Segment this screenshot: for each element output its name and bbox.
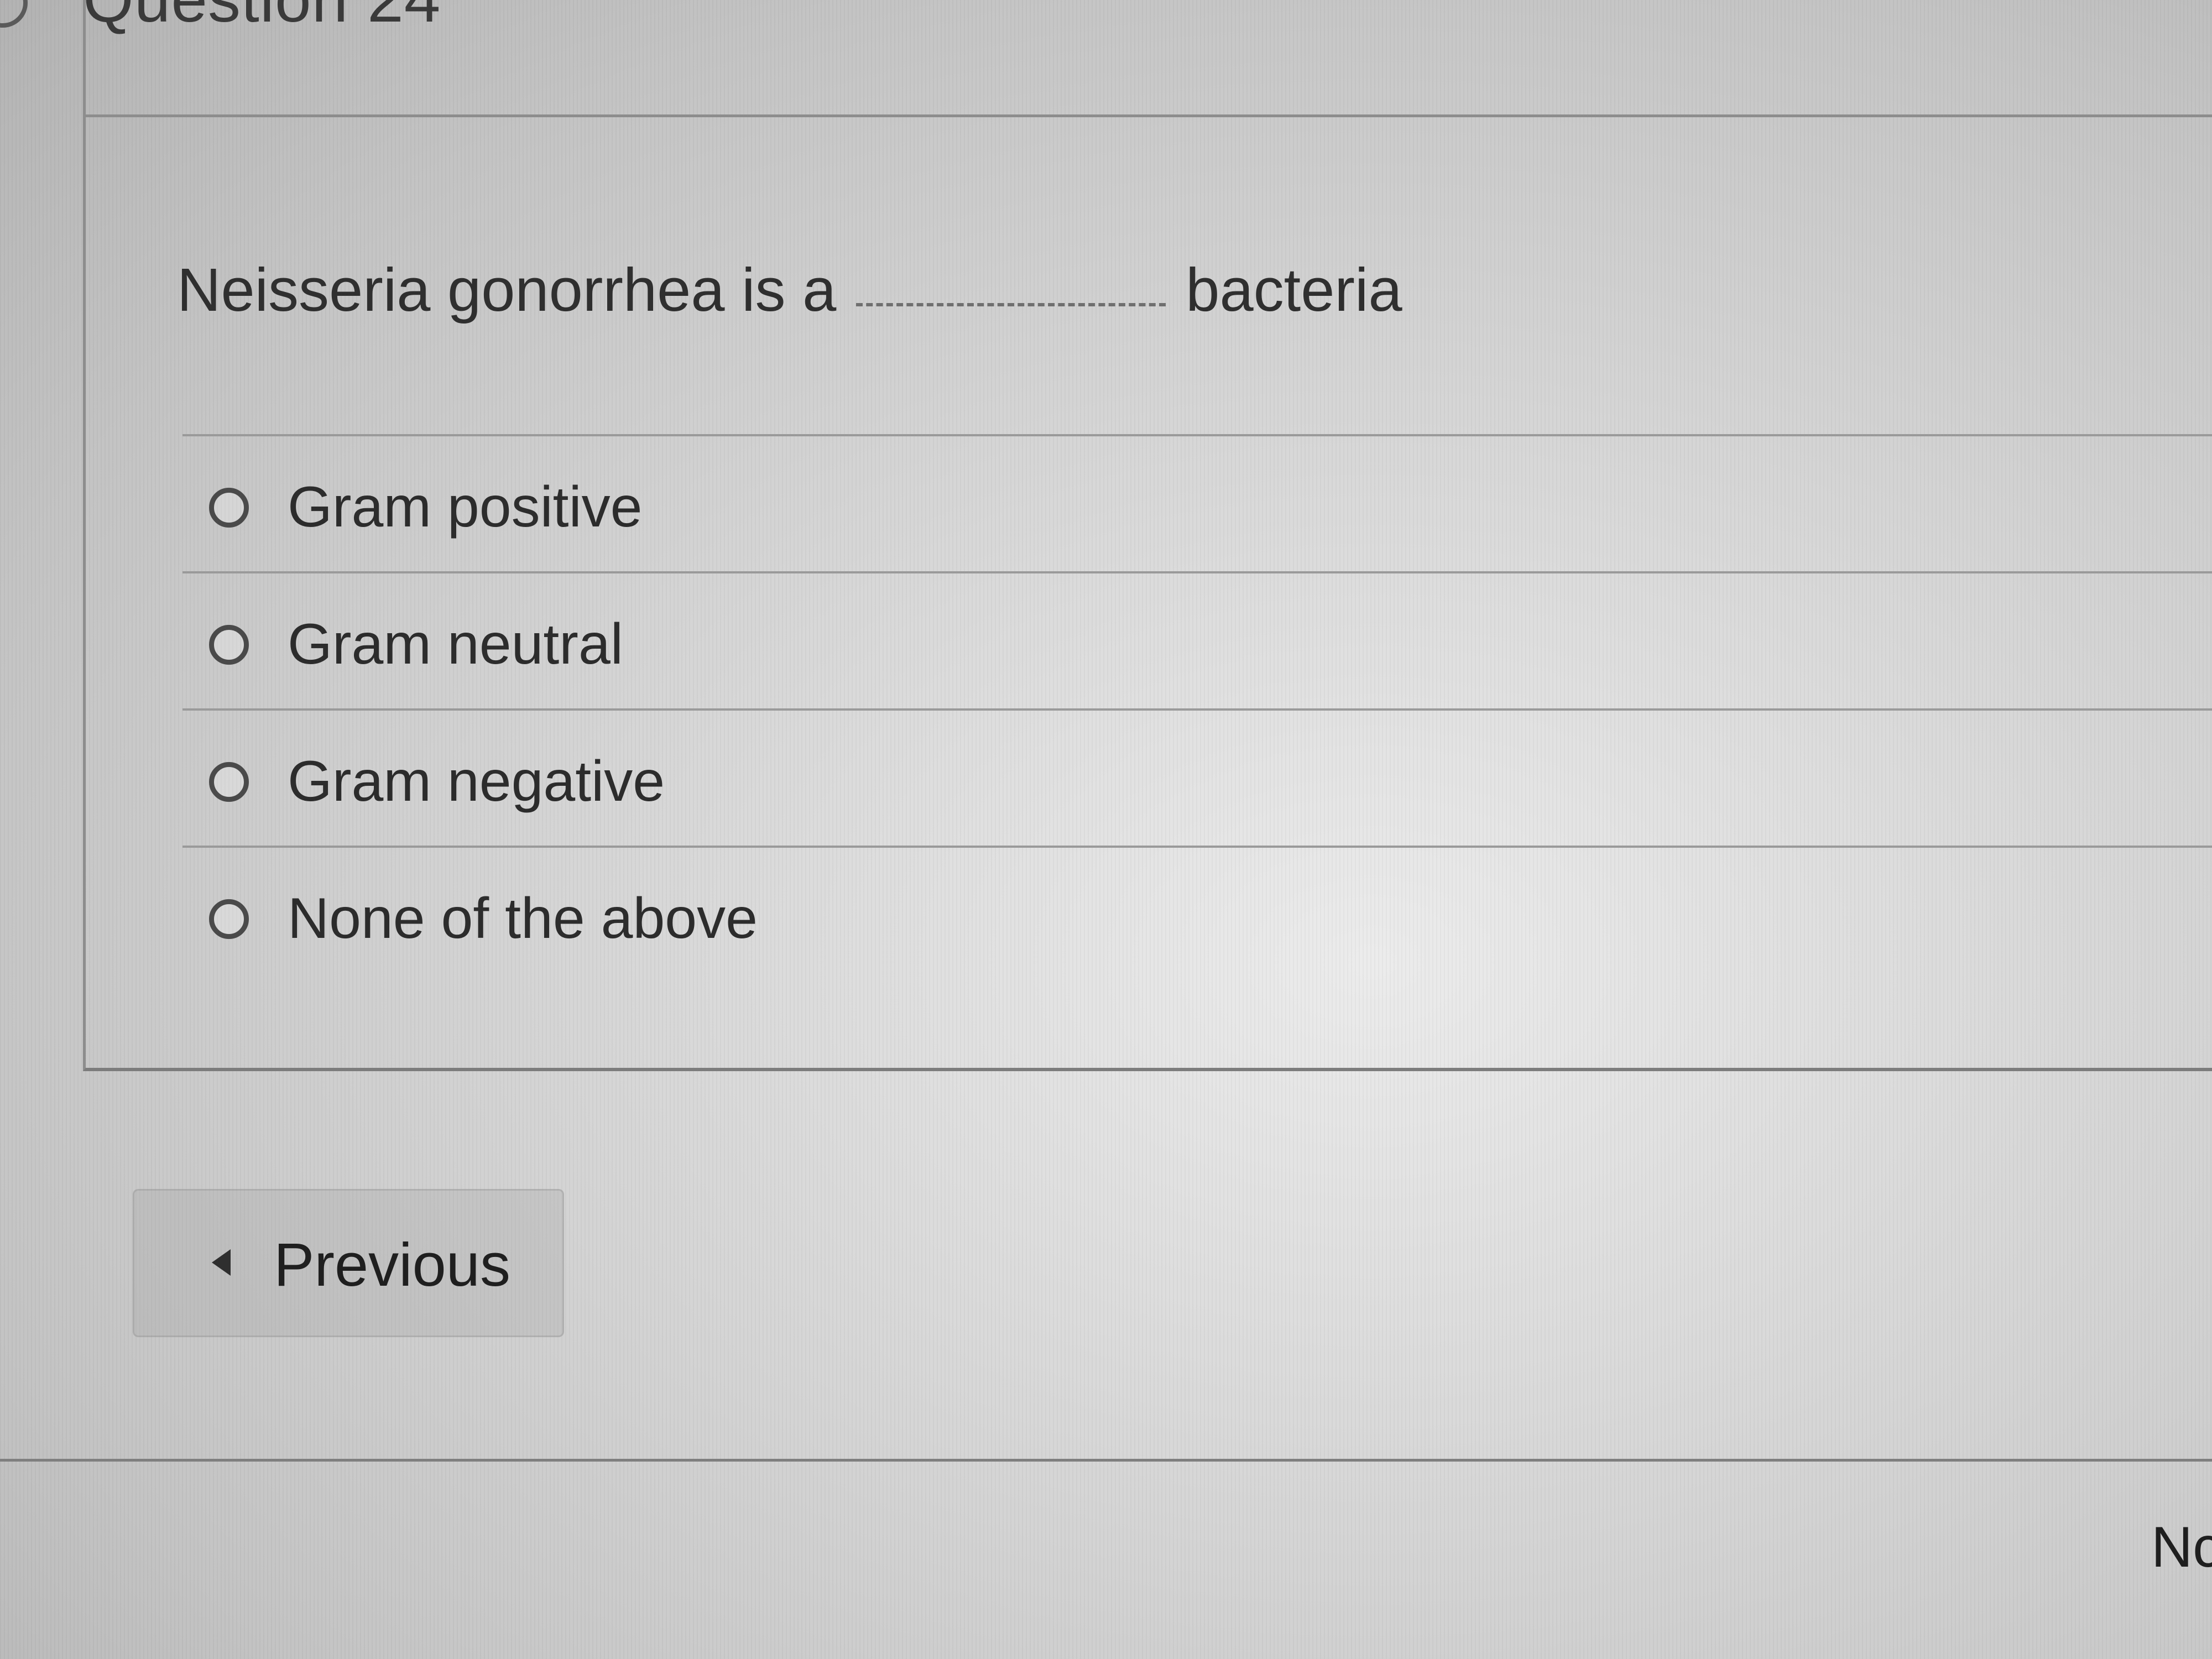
previous-button[interactable]: Previous: [133, 1189, 564, 1337]
radio-unchecked-icon[interactable]: [209, 762, 249, 802]
fill-in-blank: [856, 301, 1166, 306]
answer-option[interactable]: None of the above: [182, 846, 2212, 983]
caret-left-icon: [212, 1249, 231, 1276]
question-title: Question 24: [83, 0, 441, 32]
answer-option[interactable]: Gram neutral: [182, 571, 2212, 708]
previous-button-label: Previous: [274, 1231, 510, 1299]
answer-options: Gram positive Gram neutral Gram negative…: [182, 434, 2212, 983]
answer-label[interactable]: None of the above: [288, 885, 758, 952]
answer-option[interactable]: Gram negative: [182, 708, 2212, 846]
answer-label[interactable]: Gram positive: [288, 474, 643, 540]
nav-circle-icon[interactable]: [0, 0, 28, 28]
answer-label[interactable]: Gram negative: [288, 748, 665, 815]
prompt-text-after: bacteria: [1186, 256, 1402, 324]
answer-option[interactable]: Gram positive: [182, 434, 2212, 571]
question-prompt: Neisseria gonorrhea is a bacteria: [177, 254, 1402, 326]
radio-unchecked-icon[interactable]: [209, 899, 249, 939]
radio-unchecked-icon[interactable]: [209, 625, 249, 665]
next-button-label: Nc: [2151, 1515, 2212, 1579]
answer-label[interactable]: Gram neutral: [288, 611, 623, 677]
prompt-text-before: Neisseria gonorrhea is a: [177, 256, 837, 324]
radio-unchecked-icon[interactable]: [209, 488, 249, 528]
next-button[interactable]: Nc: [2146, 1488, 2212, 1598]
footer-divider: [0, 1459, 2212, 1462]
